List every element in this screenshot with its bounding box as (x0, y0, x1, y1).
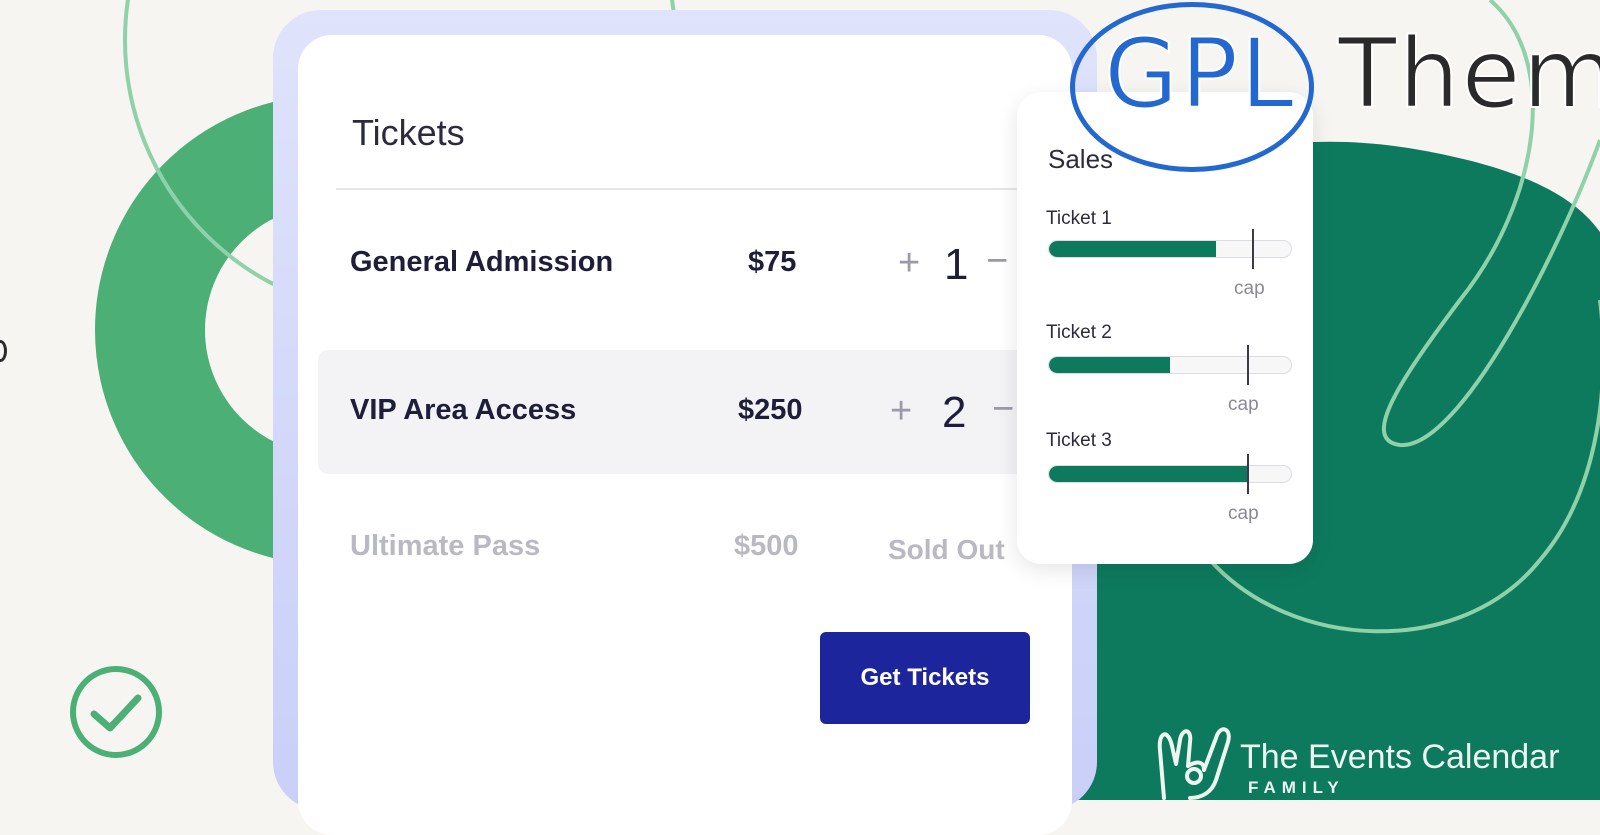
sales-title: Sales (1048, 144, 1114, 174)
qty-decrease-button[interactable]: − (986, 240, 1008, 283)
ticket-price-ultimate: $500 (734, 530, 799, 562)
qty-value-general: 1 (944, 240, 969, 289)
qty-increase-button[interactable]: + (890, 390, 912, 433)
qty-value-vip: 2 (942, 388, 967, 437)
ticket-price-general: $75 (748, 246, 797, 278)
sales-progress-fill (1049, 357, 1170, 373)
sales-progress-bar (1048, 240, 1292, 258)
ticket-name-general: General Admission (350, 246, 614, 278)
sales-ticket-label: Ticket 3 (1046, 430, 1112, 451)
sold-out-label: Sold Out (888, 534, 1005, 565)
tickets-title: Tickets (352, 112, 465, 153)
ticket-price-vip: $250 (738, 394, 803, 426)
tickets-divider (336, 188, 1036, 190)
cap-marker (1251, 229, 1254, 269)
cap-label: cap (1234, 278, 1265, 299)
cap-marker (1247, 454, 1250, 494)
watermark-gpl: GPL (1103, 18, 1296, 130)
rock-hand-logo-icon (1157, 727, 1231, 800)
brand-name: The Events Calendar (1240, 738, 1560, 776)
sales-ticket-label: Ticket 1 (1046, 208, 1112, 229)
ticket-name-vip: VIP Area Access (350, 394, 577, 426)
qty-decrease-button[interactable]: − (992, 388, 1014, 431)
brand-subtitle: FAMILY (1248, 778, 1345, 797)
sales-ticket-label: Ticket 2 (1046, 322, 1112, 343)
cap-label: cap (1228, 503, 1259, 524)
sales-progress-fill (1049, 466, 1248, 482)
ticket-name-ultimate: Ultimate Pass (350, 530, 541, 562)
sales-progress-bar (1048, 356, 1292, 374)
cap-marker (1247, 345, 1250, 385)
get-tickets-button[interactable]: Get Tickets (820, 632, 1030, 724)
sales-progress-bar (1048, 465, 1292, 483)
sales-progress-fill (1049, 241, 1216, 257)
check-circle-icon (70, 666, 162, 758)
qty-increase-button[interactable]: + (898, 242, 920, 285)
cap-label: cap (1228, 394, 1259, 415)
watermark-them: Them (1337, 18, 1600, 130)
